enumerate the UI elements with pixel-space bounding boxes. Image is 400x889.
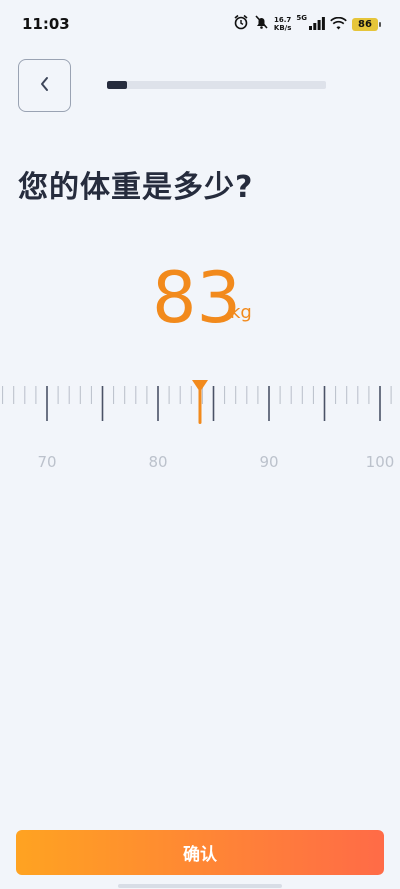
page-title: 您的体重是多少?	[18, 170, 254, 205]
weight-ruler[interactable]: 70 80 90 100	[0, 376, 400, 486]
ruler-indicator	[192, 380, 208, 424]
weight-display: 83 kg	[0, 258, 400, 338]
ruler-label: 90	[259, 453, 278, 471]
alarm-icon	[233, 14, 249, 34]
ruler-label: 80	[148, 453, 167, 471]
wifi-icon	[330, 15, 347, 34]
mute-bell-icon	[254, 14, 269, 34]
chevron-left-icon	[38, 75, 52, 97]
progress-bar	[107, 81, 326, 89]
cell-signal-icon	[309, 15, 325, 34]
ruler-label: 100	[366, 453, 395, 471]
status-icons: 16.7 KB/s 5G 86	[233, 14, 381, 34]
net-speed-value: 16.7	[273, 16, 292, 24]
battery-level: 86	[358, 18, 372, 30]
home-indicator	[118, 884, 282, 888]
confirm-button[interactable]: 确认	[16, 830, 384, 875]
status-time: 11:03	[22, 15, 70, 33]
net-speed: 16.7 KB/s	[274, 16, 291, 32]
status-bar: 11:03 16.7 KB/s 5G 86	[0, 0, 400, 48]
net-speed-unit: KB/s	[273, 24, 292, 32]
back-button[interactable]	[18, 59, 71, 112]
progress-fill	[107, 81, 127, 89]
weight-value: 83	[152, 257, 242, 339]
network-type-label: 5G	[296, 14, 307, 22]
ruler-label: 70	[37, 453, 56, 471]
weight-unit: kg	[230, 302, 252, 323]
battery-icon: 86	[352, 17, 381, 31]
